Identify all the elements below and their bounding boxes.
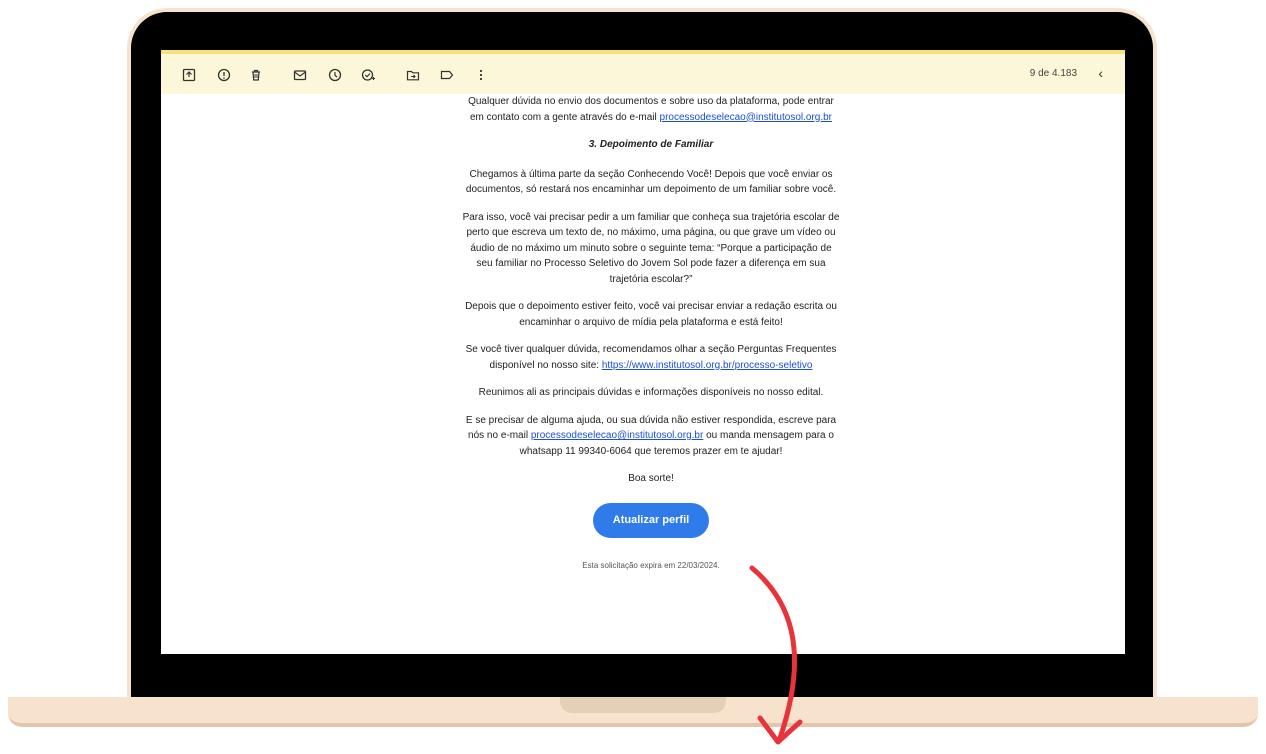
report-spam-icon[interactable] [216,67,232,83]
laptop-notch [560,697,726,713]
laptop-screen: 9 de 4.183 ‹ Qualquer dúvida no envio do… [161,50,1125,654]
pagination-count: 9 de 4.183 [1029,68,1077,79]
help-email-link[interactable]: processodeselecao@institutosol.org.br [531,430,703,441]
add-task-icon[interactable] [360,67,376,83]
email-body: Qualquer dúvida no envio dos documentos … [461,94,841,574]
update-profile-button[interactable]: Atualizar perfil [592,502,710,538]
paragraph-intro-section: Chegamos à última parte da seção Conhece… [465,168,837,196]
delete-icon[interactable] [248,67,264,83]
faq-link[interactable]: https://www.institutosol.org.br/processo… [602,360,813,371]
previous-email-button[interactable]: ‹ [1098,65,1103,81]
paragraph-help: E se precisar de alguma ajuda, ou sua dú… [461,413,841,460]
more-options-icon[interactable] [473,67,489,83]
archive-icon[interactable] [181,67,197,83]
label-icon[interactable] [439,67,455,83]
signoff: Boa sorte! [628,473,674,484]
email-toolbar: 9 de 4.183 ‹ [161,50,1125,94]
snooze-icon[interactable] [327,67,343,83]
section-heading: 3. Depoimento de Familiar [588,139,714,150]
paragraph-instructions: Para isso, você vai precisar pedir a um … [462,211,840,285]
paragraph-submit: Depois que o depoimento estiver feito, v… [465,301,837,328]
paragraph-faq: Se você tiver qualquer dúvida, recomenda… [461,342,841,373]
intro-paragraph: Qualquer dúvida no envio dos documentos … [461,94,841,125]
move-to-icon[interactable] [405,67,421,83]
red-arrow-icon [749,565,803,745]
paragraph-edital: Reunimos ali as principais dúvidas e inf… [478,387,824,398]
contact-email-link[interactable]: processodeselecao@institutosol.org.br [660,112,832,123]
mark-unread-icon[interactable] [292,67,308,83]
